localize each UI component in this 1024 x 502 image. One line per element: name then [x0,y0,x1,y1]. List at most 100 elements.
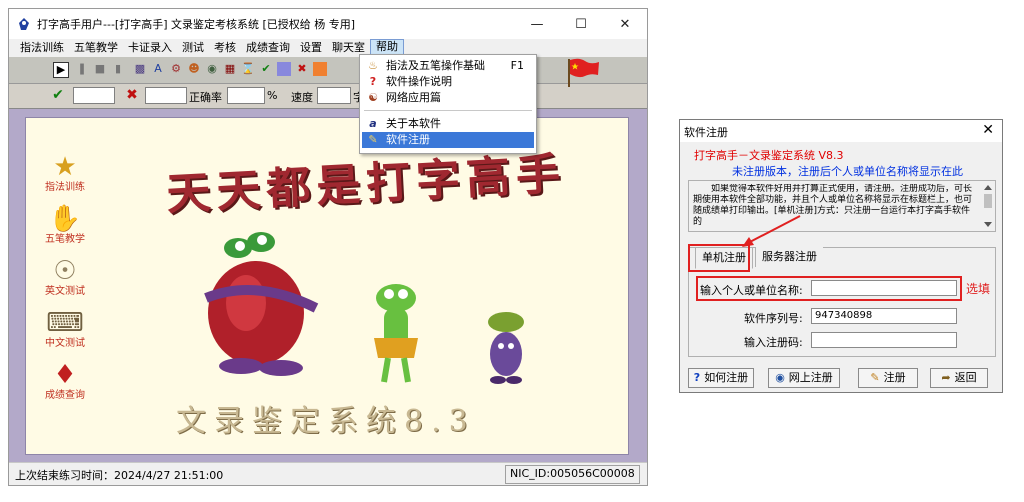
optional-annotation: 选填 [966,282,991,296]
book-icon[interactable]: ▩ [133,62,147,76]
side-button-label: 成绩查询 [45,390,85,401]
register-dialog: 软件注册 ✕ 打字高手－文录鉴定系统 V8.3 未注册版本，注册后个人或单位名称… [679,119,1003,393]
pen-icon: ✎ [870,371,880,384]
minimize-button[interactable]: — [515,9,559,39]
keyboard-icon: ⌨ [46,308,84,338]
tools-icon[interactable]: ⚙ [169,62,183,76]
menu-separator [364,110,532,111]
person-icon[interactable]: ☻ [187,62,201,76]
register-icon: ✎ [368,133,378,146]
info-text-box: 如果觉得本软件好用并打算正式使用，请注册。注册成功后，可长期使用本软件全部功能，… [688,180,996,232]
register-button[interactable]: ✎ 注册 [858,368,918,388]
side-button-chinese-test[interactable]: ⌨ 中文测试 [37,307,93,353]
menu-item-label: 网络应用篇 [386,91,441,104]
side-button-label: 指法训练 [45,182,85,193]
side-button-label: 五笔教学 [45,234,85,245]
dialog-subheading: 未注册版本，注册后个人或单位名称将显示在此 [732,165,963,178]
title-bar: 打字高手用户---[打字高手] 文录鉴定考核系统 [已授权给 杨 专用] — ☐… [9,9,647,39]
menu-settings[interactable]: 设置 [295,40,327,56]
wrong-icon: ✖ [126,87,138,103]
menu-score-query[interactable]: 成绩查询 [241,40,295,56]
serial-label: 软件序列号: [744,312,803,325]
button-label: 如何注册 [704,371,749,384]
side-button-english-test[interactable]: ☉ 英文测试 [37,255,93,301]
hourglass-icon[interactable]: ⌛ [241,62,255,76]
menu-exam[interactable]: 考核 [209,40,241,56]
orange-square-icon[interactable] [313,62,327,76]
side-button-label: 英文测试 [45,286,85,297]
side-button-wubi-teaching[interactable]: ✋ 五笔教学 [37,203,93,249]
about-icon: a [369,117,377,130]
bottom-title: 文录鉴定系统8.3 [176,404,476,439]
check-icon[interactable]: ✔ [259,62,273,76]
main-window: 打字高手用户---[打字高手] 文录鉴定考核系统 [已授权给 杨 专用] — ☐… [8,8,648,486]
button-label: 注册 [883,371,906,384]
dialog-heading: 打字高手－文录鉴定系统 V8.3 [694,149,844,162]
info-scrollbar[interactable] [982,182,994,230]
flag-icon [568,58,599,87]
menu-item-typing-basics[interactable]: ♨ 指法及五笔操作基础 F1 [362,58,534,74]
status-bar: 上次结束练习时间：2024/4/27 21:51:00 NIC_ID:00505… [9,462,647,485]
dialog-title-bar: 软件注册 ✕ [680,120,1002,142]
menu-item-label: 软件注册 [386,133,430,146]
button-label: 网上注册 [788,371,833,384]
last-practice-time: 上次结束练习时间：2024/4/27 21:51:00 [15,469,224,482]
button-label: 返回 [954,371,977,384]
close-button[interactable]: ✕ [603,9,647,39]
correct-icon: ✔ [52,87,64,103]
correct-count-field [73,87,115,104]
cross-icon[interactable]: ✖ [295,62,309,76]
online-register-button[interactable]: ◉ 网上注册 [768,368,840,388]
code-label: 输入注册码: [744,336,803,349]
red-mascot-image [204,232,319,376]
menu-item-network[interactable]: ☯ 网络应用篇 [362,90,534,106]
step-icon[interactable]: ▮ [111,62,125,76]
stop-icon[interactable]: ■ [93,62,107,76]
globe-icon[interactable]: ◉ [205,62,219,76]
how-to-register-button[interactable]: ? 如何注册 [688,368,754,388]
dialog-title: 软件注册 [684,126,728,139]
pause-icon[interactable]: ❚ [75,62,89,76]
close-icon[interactable]: ✕ [982,122,994,138]
serial-field[interactable]: 947340898 [811,308,957,324]
arrow-annotation [742,215,801,247]
wrong-count-field [145,87,187,104]
gift-icon: ♦ [53,360,77,390]
toolbar-stats: ✔ ✖ 正确率 % 速度 字 [9,84,647,109]
play-icon[interactable]: ▶ [53,62,69,78]
network-icon: ☯ [368,91,378,104]
menu-wubi-teaching[interactable]: 五笔教学 [69,40,123,56]
exit-icon: ➦ [941,371,951,384]
purple-mascot-image [488,312,524,384]
menu-test[interactable]: 测试 [177,40,209,56]
menu-item-about[interactable]: a 关于本软件 [362,116,534,132]
app-icon [19,18,29,30]
menu-item-register[interactable]: ✎ 软件注册 [362,132,534,148]
green-mascot-image [374,284,418,383]
font-icon[interactable]: A [151,62,165,76]
shell-icon: ☉ [53,256,77,286]
menu-bar: 指法训练 五笔教学 卡证录入 测试 考核 成绩查询 设置 聊天室 帮助 [9,39,647,58]
star-icon: ★ [53,152,77,182]
accuracy-field [227,87,265,104]
toolbar-icons: ▶ ❚ ■ ▮ ▩ A ⚙ ☻ ◉ ▦ ⌛ ✔ ✖ [9,57,647,84]
globe-icon: ◉ [775,371,785,384]
menu-item-label: 指法及五笔操作基础 [386,59,485,72]
film-icon[interactable]: ▦ [223,62,237,76]
menu-card-entry[interactable]: 卡证录入 [123,40,177,56]
main-area: 天天都是打字高手 文录鉴定系统8.3 ★ 指法训练 ✋ 五笔教学 ☉ 英文测试 … [9,109,647,463]
side-button-label: 中文测试 [45,338,85,349]
side-button-finger-training[interactable]: ★ 指法训练 [37,151,93,197]
welcome-canvas: 天天都是打字高手 文录鉴定系统8.3 [25,117,629,455]
maximize-button[interactable]: ☐ [559,9,603,39]
menu-item-operation-guide[interactable]: ? 软件操作说明 [362,74,534,90]
window-title: 打字高手用户---[打字高手] 文录鉴定考核系统 [已授权给 杨 专用] [37,18,356,31]
blue-square-icon[interactable] [277,62,291,76]
return-button[interactable]: ➦ 返回 [930,368,988,388]
menu-item-label: 软件操作说明 [386,75,452,88]
menu-finger-training[interactable]: 指法训练 [15,40,69,56]
nic-id: NIC_ID:005056C00008 [505,465,640,484]
side-button-score-query[interactable]: ♦ 成绩查询 [37,359,93,405]
code-input[interactable] [811,332,957,348]
highlight-box-name [696,276,962,301]
